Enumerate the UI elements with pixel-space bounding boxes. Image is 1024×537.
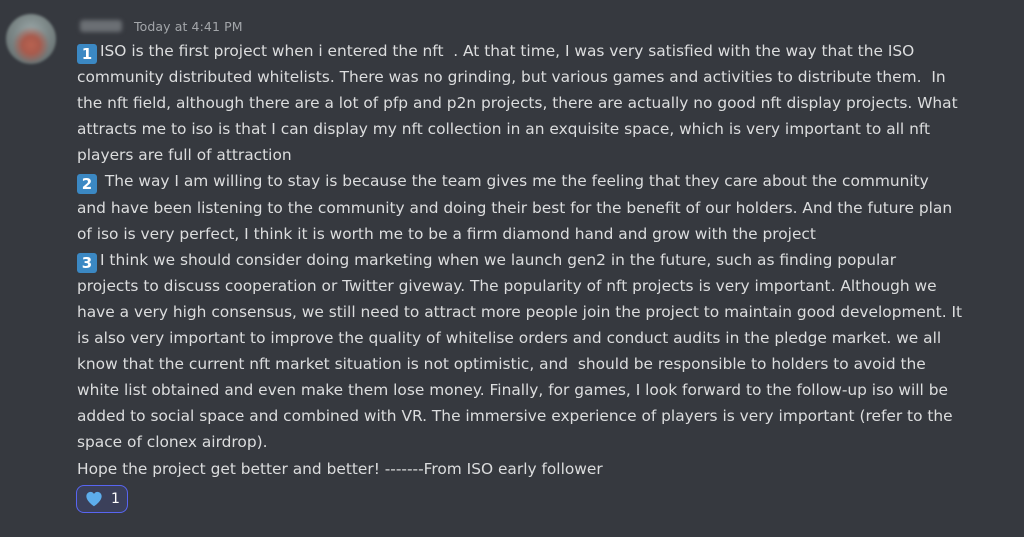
message-text: added to social space and combined with … xyxy=(77,407,953,426)
message-line: attracts me to iso is that I can display… xyxy=(77,116,977,142)
message-text: ISO is the first project when i entered … xyxy=(100,42,915,60)
message-text: white list obtained and even make them l… xyxy=(77,381,948,400)
message-body: 1 ISO is the first project when i entered… xyxy=(77,38,977,482)
message-line: and have been listening to the community… xyxy=(77,195,977,221)
message-line: white list obtained and even make them l… xyxy=(77,377,977,403)
message-line: Hope the project get better and better! … xyxy=(77,456,977,482)
number-1-emoji: 1 xyxy=(77,44,97,64)
message-line: is also very important to improve the qu… xyxy=(77,325,977,351)
number-3-emoji: 3 xyxy=(77,252,97,273)
message-text: The way I am willing to stay is because … xyxy=(100,172,929,191)
message-line: 3I think we should consider doing market… xyxy=(77,247,977,273)
message-line: of iso is very perfect, I think it is wo… xyxy=(77,221,977,247)
message-text: and have been listening to the community… xyxy=(77,198,953,217)
username-redacted[interactable] xyxy=(80,20,122,32)
message-line: players are full of attraction xyxy=(77,142,977,168)
message-line: added to social space and combined with … xyxy=(77,403,977,429)
message-text: space of clonex airdrop). xyxy=(77,433,268,452)
message-line: the nft field, although there are a lot … xyxy=(77,90,977,116)
message-text: Hope the project get better and better! … xyxy=(77,459,603,478)
timestamp[interactable]: Today at 4:41 PM xyxy=(134,19,243,34)
message-line: have a very high consensus, we still nee… xyxy=(77,299,977,325)
message-text: community distributed whitelists. There … xyxy=(77,68,946,87)
message-text: know that the current nft market situati… xyxy=(77,355,926,374)
chat-message: Today at 4:41 PM 1 ISO is the first proje… xyxy=(0,0,1024,537)
message-text: is also very important to improve the qu… xyxy=(77,329,942,348)
message-line: 1 ISO is the first project when i entered… xyxy=(77,38,977,64)
message-line: know that the current nft market situati… xyxy=(77,351,977,377)
message-text: of iso is very perfect, I think it is wo… xyxy=(77,224,816,243)
message-text: projects to discuss cooperation or Twitt… xyxy=(77,276,937,295)
message-line: projects to discuss cooperation or Twitt… xyxy=(77,273,977,299)
message-text: I think we should consider doing marketi… xyxy=(100,250,897,269)
message-text: players are full of attraction xyxy=(77,146,292,165)
number-2-emoji: 2 xyxy=(77,174,97,195)
message-header: Today at 4:41 PM xyxy=(80,16,243,36)
reaction-button[interactable]: 1 xyxy=(76,485,128,513)
message-text: attracts me to iso is that I can display… xyxy=(77,120,930,139)
message-text: have a very high consensus, we still nee… xyxy=(77,302,963,321)
message-line: space of clonex airdrop). xyxy=(77,429,977,455)
reaction-count: 1 xyxy=(111,491,120,507)
message-text: the nft field, although there are a lot … xyxy=(77,94,958,113)
message-line: community distributed whitelists. There … xyxy=(77,64,977,90)
avatar[interactable] xyxy=(6,14,56,64)
blue-heart-icon xyxy=(86,491,102,507)
message-line: 2 The way I am willing to stay is becaus… xyxy=(77,168,977,195)
